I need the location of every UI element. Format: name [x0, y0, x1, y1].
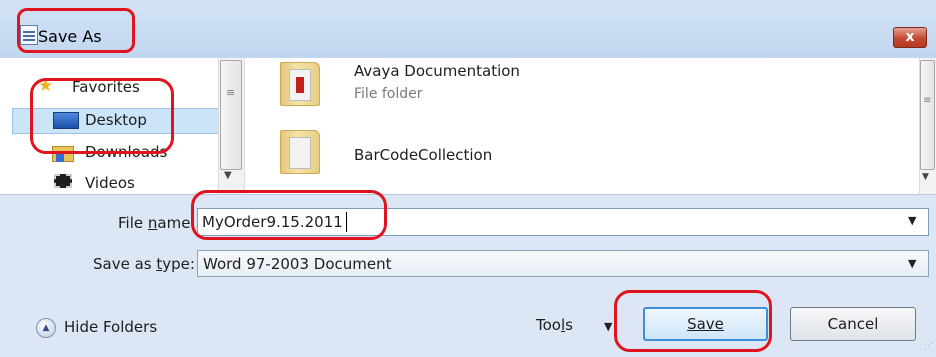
file-list-scroll-thumb[interactable]: [920, 60, 935, 170]
hide-folders-button[interactable]: Hide Folders: [64, 318, 157, 336]
file-name-dropdown-icon[interactable]: ▼: [908, 214, 916, 227]
file-item-name[interactable]: BarCodeCollection: [354, 146, 492, 164]
nav-scroll-grip-icon: ≡: [226, 86, 236, 99]
save-as-type-dropdown-icon[interactable]: ▼: [908, 257, 916, 270]
title-bar: [0, 0, 936, 59]
highlight-title: [17, 8, 135, 53]
file-name-label: File name:: [118, 214, 196, 232]
videos-icon: [54, 174, 72, 188]
close-button[interactable]: x: [893, 27, 927, 48]
file-list-scroll-grip-icon: ≡: [923, 95, 932, 106]
file-list-scroll-down-icon[interactable]: ▼: [922, 172, 929, 182]
nav-scroll-down-icon[interactable]: ▼: [224, 170, 232, 181]
nav-item-videos[interactable]: Videos: [85, 174, 135, 192]
file-list: [245, 58, 919, 194]
hide-folders-icon[interactable]: ▲: [36, 318, 56, 338]
cancel-button[interactable]: Cancel: [790, 307, 916, 341]
highlight-save-button: [614, 290, 772, 352]
nav-scroll-thumb[interactable]: [220, 60, 242, 170]
resize-grip-icon[interactable]: ⋰: [924, 342, 933, 352]
folder-icon[interactable]: [280, 62, 320, 106]
tools-menu[interactable]: Tools: [536, 316, 573, 334]
highlight-file-name: [191, 190, 387, 240]
folder-icon[interactable]: [280, 130, 320, 174]
highlight-desktop: [30, 78, 174, 154]
file-item-name[interactable]: Avaya Documentation: [354, 62, 520, 80]
file-item-type: File folder: [354, 86, 423, 102]
tools-dropdown-icon[interactable]: ▼: [604, 320, 612, 333]
save-as-type-value: Word 97-2003 Document: [203, 255, 392, 273]
save-as-type-label: Save as type:: [93, 255, 195, 273]
